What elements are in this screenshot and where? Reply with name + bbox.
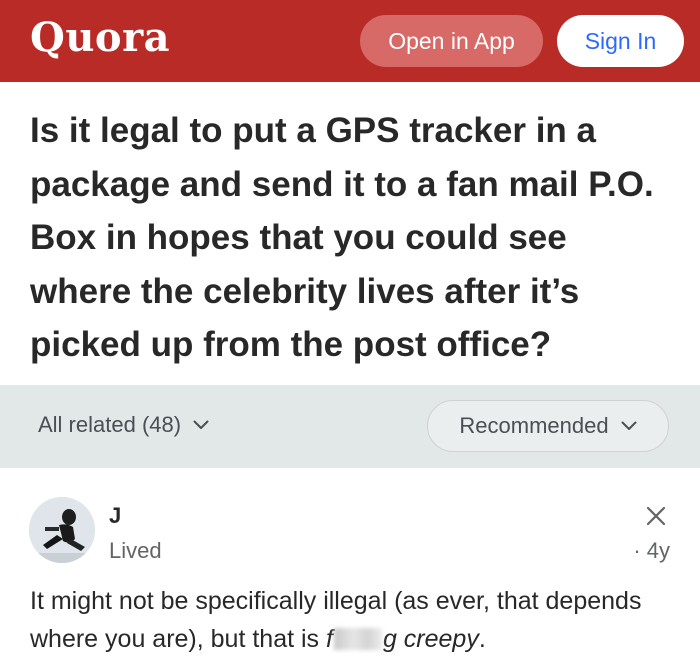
avatar[interactable] bbox=[29, 497, 95, 563]
answer-italic-start: f bbox=[325, 625, 333, 653]
answer-text: It might not be specifically illegal (as… bbox=[30, 582, 680, 658]
all-related-dropdown[interactable]: All related (48) bbox=[38, 412, 209, 438]
answer-text-end: . bbox=[478, 625, 486, 653]
chevron-down-icon bbox=[621, 421, 637, 431]
question-title: Is it legal to put a GPS tracker in a pa… bbox=[30, 111, 654, 364]
answer-italic-end: g creepy bbox=[382, 625, 479, 653]
top-bar: Quora Open in App Sign In bbox=[0, 0, 700, 82]
censored-blur bbox=[333, 628, 382, 650]
open-in-app-button[interactable]: Open in App bbox=[360, 15, 543, 67]
answer-age[interactable]: · 4y bbox=[633, 538, 670, 564]
close-icon[interactable] bbox=[645, 505, 667, 527]
sort-label: Recommended bbox=[459, 413, 609, 438]
author-credential: Lived bbox=[109, 538, 162, 563]
answer-filter-bar: All related (48) Recommended bbox=[0, 385, 700, 468]
author-name[interactable]: J bbox=[109, 503, 121, 529]
all-related-label: All related (48) bbox=[38, 412, 182, 437]
quora-logo[interactable]: Quora bbox=[30, 14, 170, 61]
sign-in-button[interactable]: Sign In bbox=[557, 15, 684, 67]
sort-dropdown[interactable]: Recommended bbox=[427, 400, 669, 452]
chevron-down-icon bbox=[193, 420, 209, 430]
